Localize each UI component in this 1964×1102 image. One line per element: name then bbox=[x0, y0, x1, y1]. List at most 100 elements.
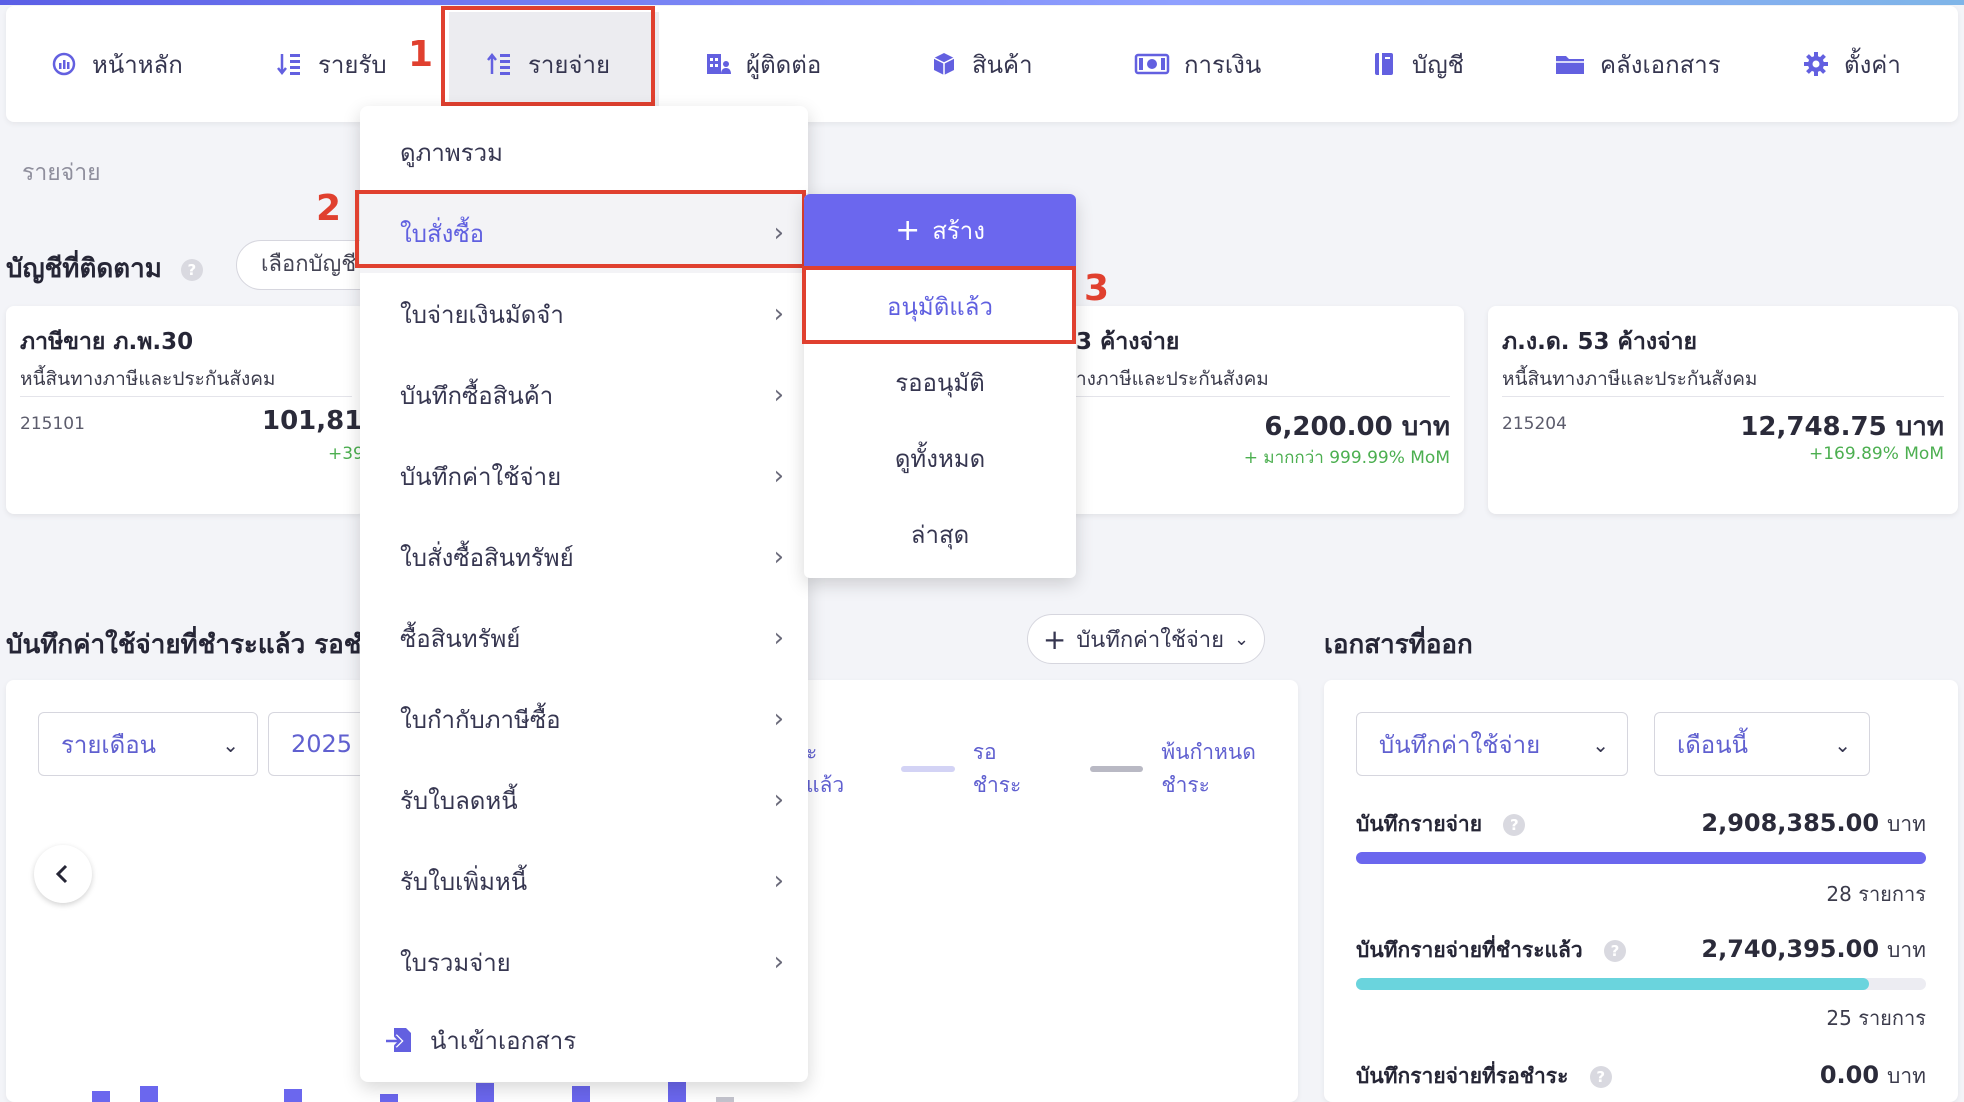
chevron-right-icon: › bbox=[773, 866, 784, 896]
chart-bar[interactable] bbox=[92, 1091, 110, 1102]
help-icon[interactable]: ? bbox=[1603, 940, 1626, 962]
chevron-down-icon: ⌄ bbox=[1234, 628, 1250, 650]
account-card-title: 3 ค้างจ่าย bbox=[1076, 329, 1180, 355]
account-card[interactable]: 3 ค้างจ่าย างภาษีและประกันสังคม 6,200.00… bbox=[1050, 306, 1464, 514]
progress-fill bbox=[1356, 852, 1926, 864]
dropdown-item[interactable]: รับใบเพิ่มหนี้ › bbox=[360, 841, 808, 921]
stat-amount-value: 2,740,395.00 bbox=[1701, 935, 1880, 963]
stat-amount-unit: บาท bbox=[1887, 812, 1926, 836]
expenses-section-title: บันทึกค่าใช้จ่ายที่ชำระแล้ว รอชำ bbox=[6, 630, 361, 660]
dropdown-item[interactable]: ซื้อสินทรัพย์ › bbox=[360, 598, 808, 678]
progress-fill bbox=[1356, 978, 1869, 990]
chart-bar[interactable] bbox=[716, 1096, 734, 1102]
chart-bar[interactable] bbox=[284, 1088, 302, 1102]
stat-amount-unit: บาท bbox=[1887, 1064, 1926, 1088]
nav-item-documents[interactable]: คลังเอกสาร bbox=[1554, 6, 1721, 122]
dropdown-item-label: รับใบเพิ่มหนี้ bbox=[400, 867, 528, 896]
account-card-title: ภาษีขาย ภ.พ.30 bbox=[20, 329, 194, 355]
chevron-right-icon: › bbox=[773, 299, 784, 329]
dropdown-item-label: บันทึกซื้อสินค้า bbox=[400, 381, 554, 410]
step-3-label: 3 bbox=[1084, 268, 1110, 309]
dropdown-item[interactable]: ใบรวมจ่าย › bbox=[360, 922, 808, 1002]
stat-label-text: บันทึกรายจ่ายที่รอชำระ bbox=[1356, 1064, 1569, 1088]
account-card-mom: +169.89% MoM bbox=[1808, 444, 1944, 464]
nav-item-label: หน้าหลัก bbox=[92, 50, 183, 79]
create-button[interactable]: + สร้าง bbox=[804, 194, 1076, 266]
chevron-right-icon: › bbox=[773, 785, 784, 815]
nav-item-products[interactable]: สินค้า bbox=[930, 6, 1033, 122]
help-icon[interactable]: ? bbox=[180, 258, 203, 281]
chart-bar[interactable] bbox=[572, 1085, 590, 1102]
document-period-select-value: เดือนนี้ bbox=[1677, 730, 1749, 759]
nav-item-home[interactable]: หน้าหลัก bbox=[50, 6, 183, 122]
chevron-right-icon: › bbox=[773, 947, 784, 977]
submenu-item-pending[interactable]: รออนุมัติ bbox=[804, 344, 1076, 420]
chart-bar[interactable] bbox=[476, 1083, 494, 1102]
dropdown-item[interactable]: ดูภาพรวม bbox=[360, 112, 808, 192]
top-accent-line bbox=[0, 0, 1964, 5]
tracked-accounts-title: บัญชีที่ติดตาม ? bbox=[6, 248, 203, 289]
import-documents-item[interactable]: นำเข้าเอกสาร bbox=[360, 1000, 808, 1080]
nav-item-accounting[interactable]: บัญชี bbox=[1370, 6, 1464, 122]
progress-bar-paid bbox=[1356, 978, 1926, 990]
product-box-icon bbox=[933, 53, 955, 75]
account-card-code: 215204 bbox=[1502, 414, 1567, 434]
chart-bar[interactable] bbox=[140, 1085, 158, 1102]
account-card-amount: 12,748.75 บาท bbox=[1740, 412, 1944, 442]
account-card[interactable]: ภ.ง.ด. 53 ค้างจ่าย หนี้สินทางภาษีและประก… bbox=[1488, 306, 1958, 514]
progress-bar-expenses bbox=[1356, 852, 1926, 864]
dropdown-item[interactable]: ใบจ่ายเงินมัดจำ › bbox=[360, 274, 808, 354]
import-file-icon bbox=[386, 1028, 411, 1052]
stat-amount-pending: 0.00 บาท bbox=[1820, 1060, 1926, 1093]
dropdown-item[interactable]: บันทึกค่าใช้จ่าย › bbox=[360, 436, 808, 516]
highlight-box-nav-expense bbox=[441, 6, 655, 106]
highlight-box-approved bbox=[802, 266, 1076, 344]
help-icon[interactable]: ? bbox=[1503, 814, 1526, 836]
breadcrumb: รายจ่าย bbox=[22, 160, 101, 186]
dropdown-item[interactable]: รับใบลดหนี้ › bbox=[360, 760, 808, 840]
stat-amount-unit: บาท bbox=[1887, 938, 1926, 962]
chart-prev-button[interactable] bbox=[34, 845, 92, 903]
tracked-accounts-title-text: บัญชีที่ติดตาม bbox=[6, 254, 162, 284]
chevron-right-icon: › bbox=[773, 380, 784, 410]
nav-item-contacts[interactable]: ผู้ติดต่อ bbox=[704, 6, 821, 122]
nav-item-label: บัญชี bbox=[1412, 50, 1464, 79]
stat-count-paid: 25 รายการ bbox=[1826, 1006, 1926, 1030]
account-select-label: เลือกบัญชี bbox=[261, 252, 357, 277]
nav-item-label: ผู้ติดต่อ bbox=[746, 50, 822, 79]
nav-item-label: คลังเอกสาร bbox=[1600, 50, 1721, 79]
document-period-select[interactable]: เดือนนี้ ⌄ bbox=[1654, 712, 1870, 776]
divider bbox=[20, 396, 352, 397]
dropdown-item-label: ดูภาพรวม bbox=[400, 138, 503, 167]
nav-item-settings[interactable]: ตั้งค่า bbox=[1802, 6, 1901, 122]
chart-bar[interactable] bbox=[380, 1093, 398, 1102]
submenu-item-latest[interactable]: ล่าสุด bbox=[804, 496, 1076, 572]
account-book-icon bbox=[1375, 53, 1393, 75]
dropdown-item-label: ใบจ่ายเงินมัดจำ bbox=[400, 300, 564, 329]
submenu-item-all[interactable]: ดูทั้งหมด bbox=[804, 420, 1076, 496]
account-card-mom: +39 bbox=[328, 444, 364, 464]
account-card-subtitle: หนี้สินทางภาษีและประกันสังคม bbox=[20, 368, 276, 390]
add-expense-button-label: บันทึกค่าใช้จ่าย bbox=[1076, 627, 1225, 653]
nav-item-finance[interactable]: การเงิน bbox=[1134, 6, 1261, 122]
document-type-select[interactable]: บันทึกค่าใช้จ่าย ⌄ bbox=[1356, 712, 1628, 776]
stat-amount-expenses: 2,908,385.00 บาท bbox=[1701, 808, 1926, 841]
dropdown-item[interactable]: บันทึกซื้อสินค้า › bbox=[360, 355, 808, 435]
stat-label-text: บันทึกรายจ่าย bbox=[1356, 812, 1483, 836]
nav-item-label: รายรับ bbox=[318, 50, 387, 79]
dropdown-item-label: ใบรวมจ่าย bbox=[400, 948, 511, 977]
import-documents-label: นำเข้าเอกสาร bbox=[430, 1026, 577, 1055]
chevron-right-icon: › bbox=[773, 623, 784, 653]
nav-item-income[interactable]: รายรับ bbox=[276, 6, 387, 122]
divider bbox=[1502, 396, 1944, 397]
help-icon[interactable]: ? bbox=[1589, 1066, 1612, 1088]
step-2-label: 2 bbox=[316, 188, 342, 229]
create-button-label: สร้าง bbox=[932, 216, 985, 245]
dropdown-item[interactable]: ใบสั่งซื้อสินทรัพย์ › bbox=[360, 517, 808, 597]
chevron-down-icon: ⌄ bbox=[1592, 733, 1609, 757]
add-expense-button[interactable]: + บันทึกค่าใช้จ่าย ⌄ bbox=[1027, 614, 1265, 664]
chevron-right-icon: › bbox=[773, 461, 784, 491]
account-card-subtitle: หนี้สินทางภาษีและประกันสังคม bbox=[1502, 368, 1758, 390]
account-card[interactable]: ภาษีขาย ภ.พ.30 หนี้สินทางภาษีและประกันสั… bbox=[6, 306, 380, 514]
dropdown-item[interactable]: ใบกำกับภาษีซื้อ › bbox=[360, 679, 808, 759]
